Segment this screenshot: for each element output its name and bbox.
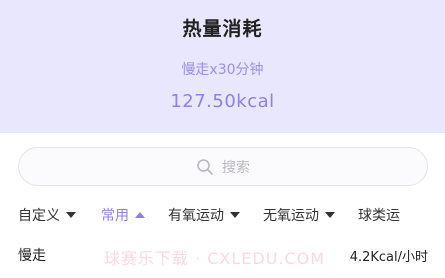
chevron-down-icon <box>230 212 240 218</box>
search-placeholder: 搜索 <box>222 159 250 176</box>
category-tabs: 自定义 常用 有氧运动 无氧运动 球类运 <box>18 204 400 226</box>
page-title: 热量消耗 <box>182 18 263 40</box>
tab-custom[interactable]: 自定义 <box>18 205 76 225</box>
chevron-up-icon <box>135 212 145 218</box>
calorie-total: 127.50kcal <box>170 91 275 112</box>
tab-common[interactable]: 常用 <box>101 205 145 225</box>
chevron-down-icon <box>66 212 76 218</box>
summary-header: 热量消耗 慢走x30分钟 127.50kcal <box>0 0 445 133</box>
tab-label: 常用 <box>101 208 129 224</box>
activity-calorie-screen: 热量消耗 慢走x30分钟 127.50kcal 搜索 自定义 常用 有氧运动 无… <box>0 0 445 278</box>
activity-summary: 慢走x30分钟 <box>181 62 264 78</box>
chevron-down-icon <box>325 212 335 218</box>
tab-label: 自定义 <box>18 208 60 224</box>
tab-aerobic[interactable]: 有氧运动 <box>168 205 240 225</box>
tab-ball-sports[interactable]: 球类运 <box>358 205 400 225</box>
activity-name: 慢走 <box>18 248 46 264</box>
search-input[interactable]: 搜索 <box>18 147 428 186</box>
tab-label: 有氧运动 <box>168 208 224 224</box>
tab-anaerobic[interactable]: 无氧运动 <box>263 205 335 225</box>
list-item[interactable]: 慢走 4.2Kcal/小时 <box>18 244 428 266</box>
search-icon <box>196 158 214 176</box>
activity-rate: 4.2Kcal/小时 <box>349 249 428 265</box>
tab-label: 球类运 <box>358 208 400 224</box>
tab-label: 无氧运动 <box>263 208 319 224</box>
